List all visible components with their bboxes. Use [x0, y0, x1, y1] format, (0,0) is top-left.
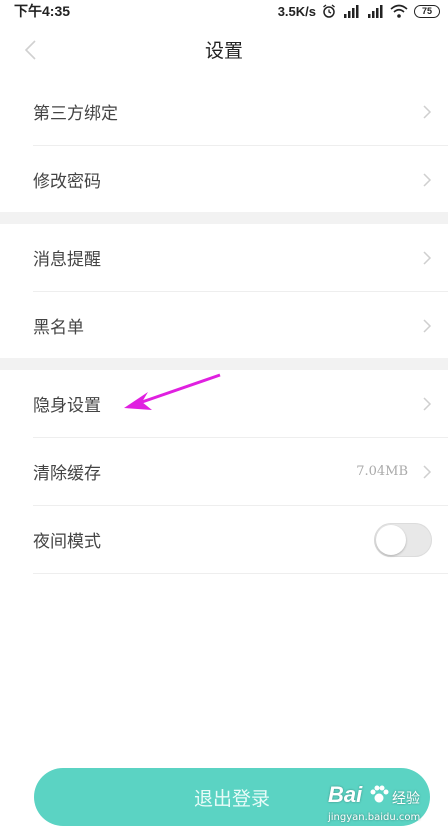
settings-row-change-password[interactable]: 修改密码: [33, 146, 448, 213]
chevron-right-icon: [423, 172, 432, 187]
night-mode-toggle[interactable]: [374, 522, 432, 557]
alarm-icon: [323, 4, 335, 18]
section-divider: [0, 358, 448, 370]
section-divider: [0, 212, 448, 224]
chevron-right-icon: [423, 318, 432, 333]
wifi-icon: [390, 4, 408, 18]
signal-hd-icon: [344, 5, 359, 18]
settings-row-night-mode: 夜间模式: [33, 506, 448, 574]
settings-row-blacklist[interactable]: 黑名单: [33, 292, 448, 359]
battery-indicator: 75: [414, 4, 440, 18]
row-label: 清除缓存: [33, 464, 101, 484]
settings-row-third-party-binding[interactable]: 第三方绑定: [33, 78, 448, 146]
row-label: 黑名单: [33, 318, 84, 338]
settings-row-invisible-settings[interactable]: 隐身设置: [33, 370, 448, 438]
toggle-knob: [376, 524, 406, 555]
settings-section-messages: 消息提醒 黑名单: [0, 224, 448, 359]
page-title: 设置: [204, 40, 243, 62]
settings-section-account: 第三方绑定 修改密码: [0, 78, 448, 213]
logout-button[interactable]: 退出登录: [34, 768, 430, 826]
chevron-right-icon: [423, 396, 432, 411]
status-bar: 下午4:35 3.5K/s 75: [0, 0, 448, 22]
settings-row-message-reminder[interactable]: 消息提醒: [33, 224, 448, 292]
status-time: 下午4:35: [14, 3, 71, 19]
nav-bar: 设置: [0, 22, 448, 78]
chevron-right-icon: [423, 104, 432, 119]
settings-section-general: 隐身设置 清除缓存 7.04MB 夜间模式: [0, 370, 448, 574]
row-label: 夜间模式: [33, 532, 101, 552]
row-label: 消息提醒: [33, 250, 101, 270]
row-label: 隐身设置: [33, 396, 101, 416]
cache-size-value: 7.04MB: [356, 464, 408, 479]
chevron-right-icon: [423, 464, 432, 479]
status-icons: 3.5K/s 75: [278, 4, 448, 19]
row-label: 修改密码: [33, 172, 101, 192]
chevron-right-icon: [423, 250, 432, 265]
network-speed: 3.5K/s: [277, 3, 316, 19]
signal-icon: [368, 5, 383, 18]
settings-row-clear-cache[interactable]: 清除缓存 7.04MB: [33, 438, 448, 506]
row-label: 第三方绑定: [33, 104, 118, 124]
